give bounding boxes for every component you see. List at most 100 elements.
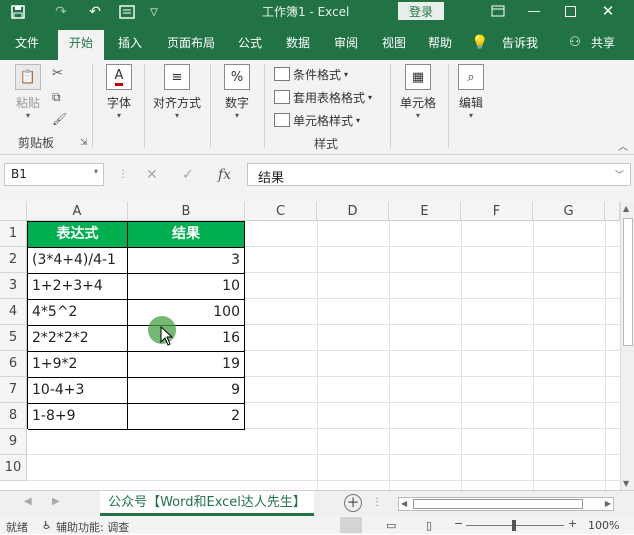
row-header[interactable]: 5: [0, 325, 27, 351]
column-header[interactable]: A: [27, 202, 128, 221]
result-cell[interactable]: 16: [128, 326, 245, 352]
print-preview-icon[interactable]: [116, 2, 138, 22]
tab-help[interactable]: 帮助: [420, 32, 460, 60]
expression-cell[interactable]: 4*5^2: [28, 300, 128, 326]
format-as-table-button[interactable]: 套用表格格式 ▾: [274, 87, 372, 107]
expression-cell[interactable]: 1+9*2: [28, 352, 128, 378]
result-cell[interactable]: 3: [128, 248, 245, 274]
cancel-icon[interactable]: ✕: [146, 167, 158, 183]
scroll-right-icon[interactable]: ▶: [605, 499, 611, 508]
tab-formulas[interactable]: 公式: [230, 32, 270, 60]
column-header[interactable]: F: [461, 202, 533, 221]
result-cell[interactable]: 2: [128, 404, 245, 430]
tab-review[interactable]: 审阅: [326, 32, 366, 60]
page-break-view-icon[interactable]: ▯: [426, 519, 432, 532]
zoom-out-icon[interactable]: −: [454, 517, 463, 530]
collapse-ribbon-icon[interactable]: ︿: [618, 138, 628, 153]
result-cell[interactable]: 10: [128, 274, 245, 300]
column-header[interactable]: C: [245, 202, 317, 221]
minimize-icon[interactable]: —: [516, 0, 552, 22]
tab-file[interactable]: 文件: [8, 32, 46, 60]
row-header[interactable]: 2: [0, 247, 27, 273]
maximize-icon[interactable]: [552, 0, 588, 22]
row-header[interactable]: 8: [0, 403, 27, 429]
row-header[interactable]: 1: [0, 221, 27, 247]
column-header[interactable]: D: [317, 202, 389, 221]
zoom-in-icon[interactable]: +: [568, 517, 577, 530]
expression-cell[interactable]: (3*4+4)/4-1: [28, 248, 128, 274]
expression-cell[interactable]: 10-4+3: [28, 378, 128, 404]
table-header-cell[interactable]: 表达式: [28, 222, 128, 248]
number-button[interactable]: % 数字 ▾: [218, 64, 256, 121]
customize-icon[interactable]: ▽: [146, 2, 162, 22]
cell-styles-button[interactable]: 单元格样式 ▾: [274, 110, 360, 130]
result-cell[interactable]: 9: [128, 378, 245, 404]
scroll-up-icon[interactable]: ▲: [623, 204, 629, 213]
tab-page-layout[interactable]: 页面布局: [160, 32, 222, 60]
result-cell[interactable]: 100: [128, 300, 245, 326]
tab-insert[interactable]: 插入: [110, 32, 150, 60]
dialog-launcher-icon[interactable]: ⇲: [80, 138, 88, 148]
row-header[interactable]: 3: [0, 273, 27, 299]
normal-view-icon[interactable]: [340, 517, 362, 533]
horizontal-scrollbar[interactable]: ◀ ▶: [398, 497, 614, 511]
page-layout-view-icon[interactable]: ▭: [386, 519, 396, 532]
redo-icon[interactable]: ↷: [48, 2, 74, 22]
vertical-scrollbar[interactable]: ▲ ▼: [620, 202, 634, 490]
expression-cell[interactable]: 1+2+3+4: [28, 274, 128, 300]
alignment-button[interactable]: ≡ 对齐方式 ▾: [148, 64, 206, 121]
login-button[interactable]: 登录: [398, 2, 444, 20]
expand-formula-icon[interactable]: ﹀: [615, 168, 624, 181]
chevron-down-icon: ▾: [415, 111, 420, 120]
tab-data[interactable]: 数据: [278, 32, 318, 60]
scroll-left-icon[interactable]: ◀: [401, 499, 407, 508]
next-sheet-icon[interactable]: ▶: [52, 496, 60, 507]
scroll-thumb[interactable]: [623, 218, 633, 346]
save-icon[interactable]: [8, 2, 28, 22]
prev-sheet-icon[interactable]: ◀: [24, 496, 32, 507]
column-header[interactable]: G: [533, 202, 605, 221]
font-button[interactable]: A 字体 ▾: [100, 64, 138, 121]
row-header[interactable]: 10: [0, 455, 27, 481]
zoom-slider-thumb[interactable]: [512, 520, 516, 531]
editing-button[interactable]: ⌕ 编辑 ▾: [452, 64, 490, 121]
close-icon[interactable]: ✕: [590, 0, 626, 22]
zoom-level[interactable]: 100%: [588, 519, 619, 532]
ribbon-display-icon[interactable]: [480, 0, 516, 22]
column-header[interactable]: E: [389, 202, 461, 221]
row-header[interactable]: 9: [0, 429, 27, 455]
worksheet-grid[interactable]: A B C D E F G 1 2 3 4 5 6 7 8 9 10 表达式 结…: [0, 202, 620, 490]
paste-button[interactable]: 📋 粘贴 ▾: [10, 64, 46, 121]
column-header[interactable]: [605, 202, 620, 221]
formula-input[interactable]: 结果 ﹀: [247, 163, 631, 186]
row-header[interactable]: 4: [0, 299, 27, 325]
tab-view[interactable]: 视图: [374, 32, 414, 60]
chevron-down-icon[interactable]: ▾: [94, 167, 98, 176]
row-header[interactable]: 6: [0, 351, 27, 377]
row-header[interactable]: 7: [0, 377, 27, 403]
conditional-format-button[interactable]: 条件格式 ▾: [274, 64, 348, 84]
cells-button[interactable]: ▦ 单元格 ▾: [396, 64, 440, 121]
confirm-icon[interactable]: ✓: [182, 167, 194, 183]
sheet-tab[interactable]: 公众号【Word和Excel达人先生】: [100, 491, 314, 516]
column-header[interactable]: B: [128, 202, 245, 221]
undo-icon[interactable]: ↶: [82, 2, 108, 22]
cut-icon[interactable]: ✂: [52, 66, 63, 81]
accessibility-status[interactable]: 辅助功能: 调查: [56, 519, 129, 535]
share-button[interactable]: 共享: [586, 32, 620, 60]
scroll-down-icon[interactable]: ▼: [623, 479, 629, 488]
format-painter-icon[interactable]: 🖌: [52, 112, 67, 126]
copy-icon[interactable]: ⧉: [52, 90, 61, 105]
add-sheet-icon[interactable]: +: [344, 494, 362, 512]
table-header-cell[interactable]: 结果: [128, 222, 245, 248]
scroll-thumb[interactable]: [413, 499, 583, 509]
result-cell[interactable]: 19: [128, 352, 245, 378]
insert-function-icon[interactable]: fx: [218, 167, 231, 183]
name-box[interactable]: B1 ▾: [4, 163, 104, 186]
lightbulb-icon[interactable]: 💡: [470, 32, 490, 60]
tell-me-search[interactable]: 告诉我: [494, 32, 546, 60]
expression-cell[interactable]: 1-8+9: [28, 404, 128, 430]
tab-home[interactable]: 开始: [58, 30, 104, 60]
select-all-corner[interactable]: [0, 202, 27, 221]
expression-cell[interactable]: 2*2*2*2: [28, 326, 128, 352]
